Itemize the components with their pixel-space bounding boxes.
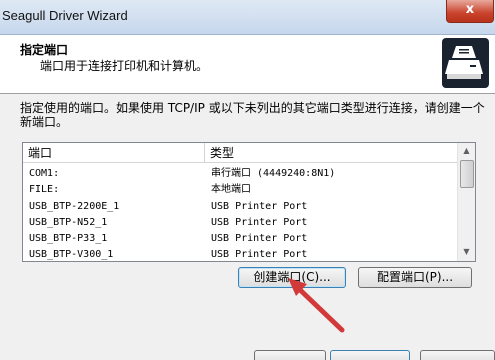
title-bar: Seagull Driver Wizard x [0,0,495,35]
port-name: COM1: [29,168,60,179]
printer-icon [442,38,489,88]
column-header-port[interactable]: 端口 [23,143,205,163]
list-row[interactable]: USB_BTP-P33_1 USB Printer Port [23,231,459,247]
list-scrollbar[interactable]: ▲ ▼ [457,143,475,261]
page-title: 指定端口 [20,43,69,57]
port-name: USB_BTP-2200E_1 [29,201,120,212]
port-name: FILE: [29,184,60,195]
page-subtitle: 端口用于连接打印机和计算机。 [40,59,209,73]
port-list[interactable]: 端口 类型 COM1: 串行端口 (4449240:8N1) FILE: 本地端… [22,142,476,262]
port-type: 串行端口 (4449240:8N1) [211,168,336,179]
port-type: USB Printer Port [211,217,308,228]
scroll-up-icon[interactable]: ▲ [459,143,474,159]
list-row[interactable]: FILE: 本地端口 [23,182,459,198]
list-row[interactable]: USB_BTP-N52_1 USB Printer Port [23,215,459,231]
port-type: 本地端口 [211,184,251,195]
configure-port-button[interactable]: 配置端口(P)... [358,267,472,288]
column-header-type[interactable]: 类型 [205,143,459,163]
list-row[interactable]: COM1: 串行端口 (4449240:8N1) [23,166,459,182]
cancel-button[interactable] [420,350,495,360]
port-type: USB Printer Port [211,201,308,212]
port-type: USB Printer Port [211,249,308,260]
scroll-thumb[interactable] [460,160,474,188]
close-icon: x [465,2,475,17]
wizard-header: 指定端口 端口用于连接打印机和计算机。 [0,35,495,94]
port-name: USB_BTP-P33_1 [29,233,108,244]
close-button[interactable]: x [446,0,494,23]
back-button[interactable] [254,350,326,360]
window-title: Seagull Driver Wizard [2,8,128,23]
scroll-down-icon[interactable]: ▼ [459,244,474,260]
instruction-text: 指定使用的端口。如果使用 TCP/IP 或以下未列出的其它端口类型进行连接，请创… [20,101,485,129]
next-button[interactable] [330,350,410,360]
port-type: USB Printer Port [211,233,308,244]
list-row[interactable]: USB_BTP-2200E_1 USB Printer Port [23,199,459,215]
create-port-button[interactable]: 创建端口(C)... [238,267,346,288]
port-name: USB_BTP-V300_1 [29,249,114,260]
list-row[interactable]: USB_BTP-V300_1 USB Printer Port [23,247,459,260]
port-name: USB_BTP-N52_1 [29,217,108,228]
